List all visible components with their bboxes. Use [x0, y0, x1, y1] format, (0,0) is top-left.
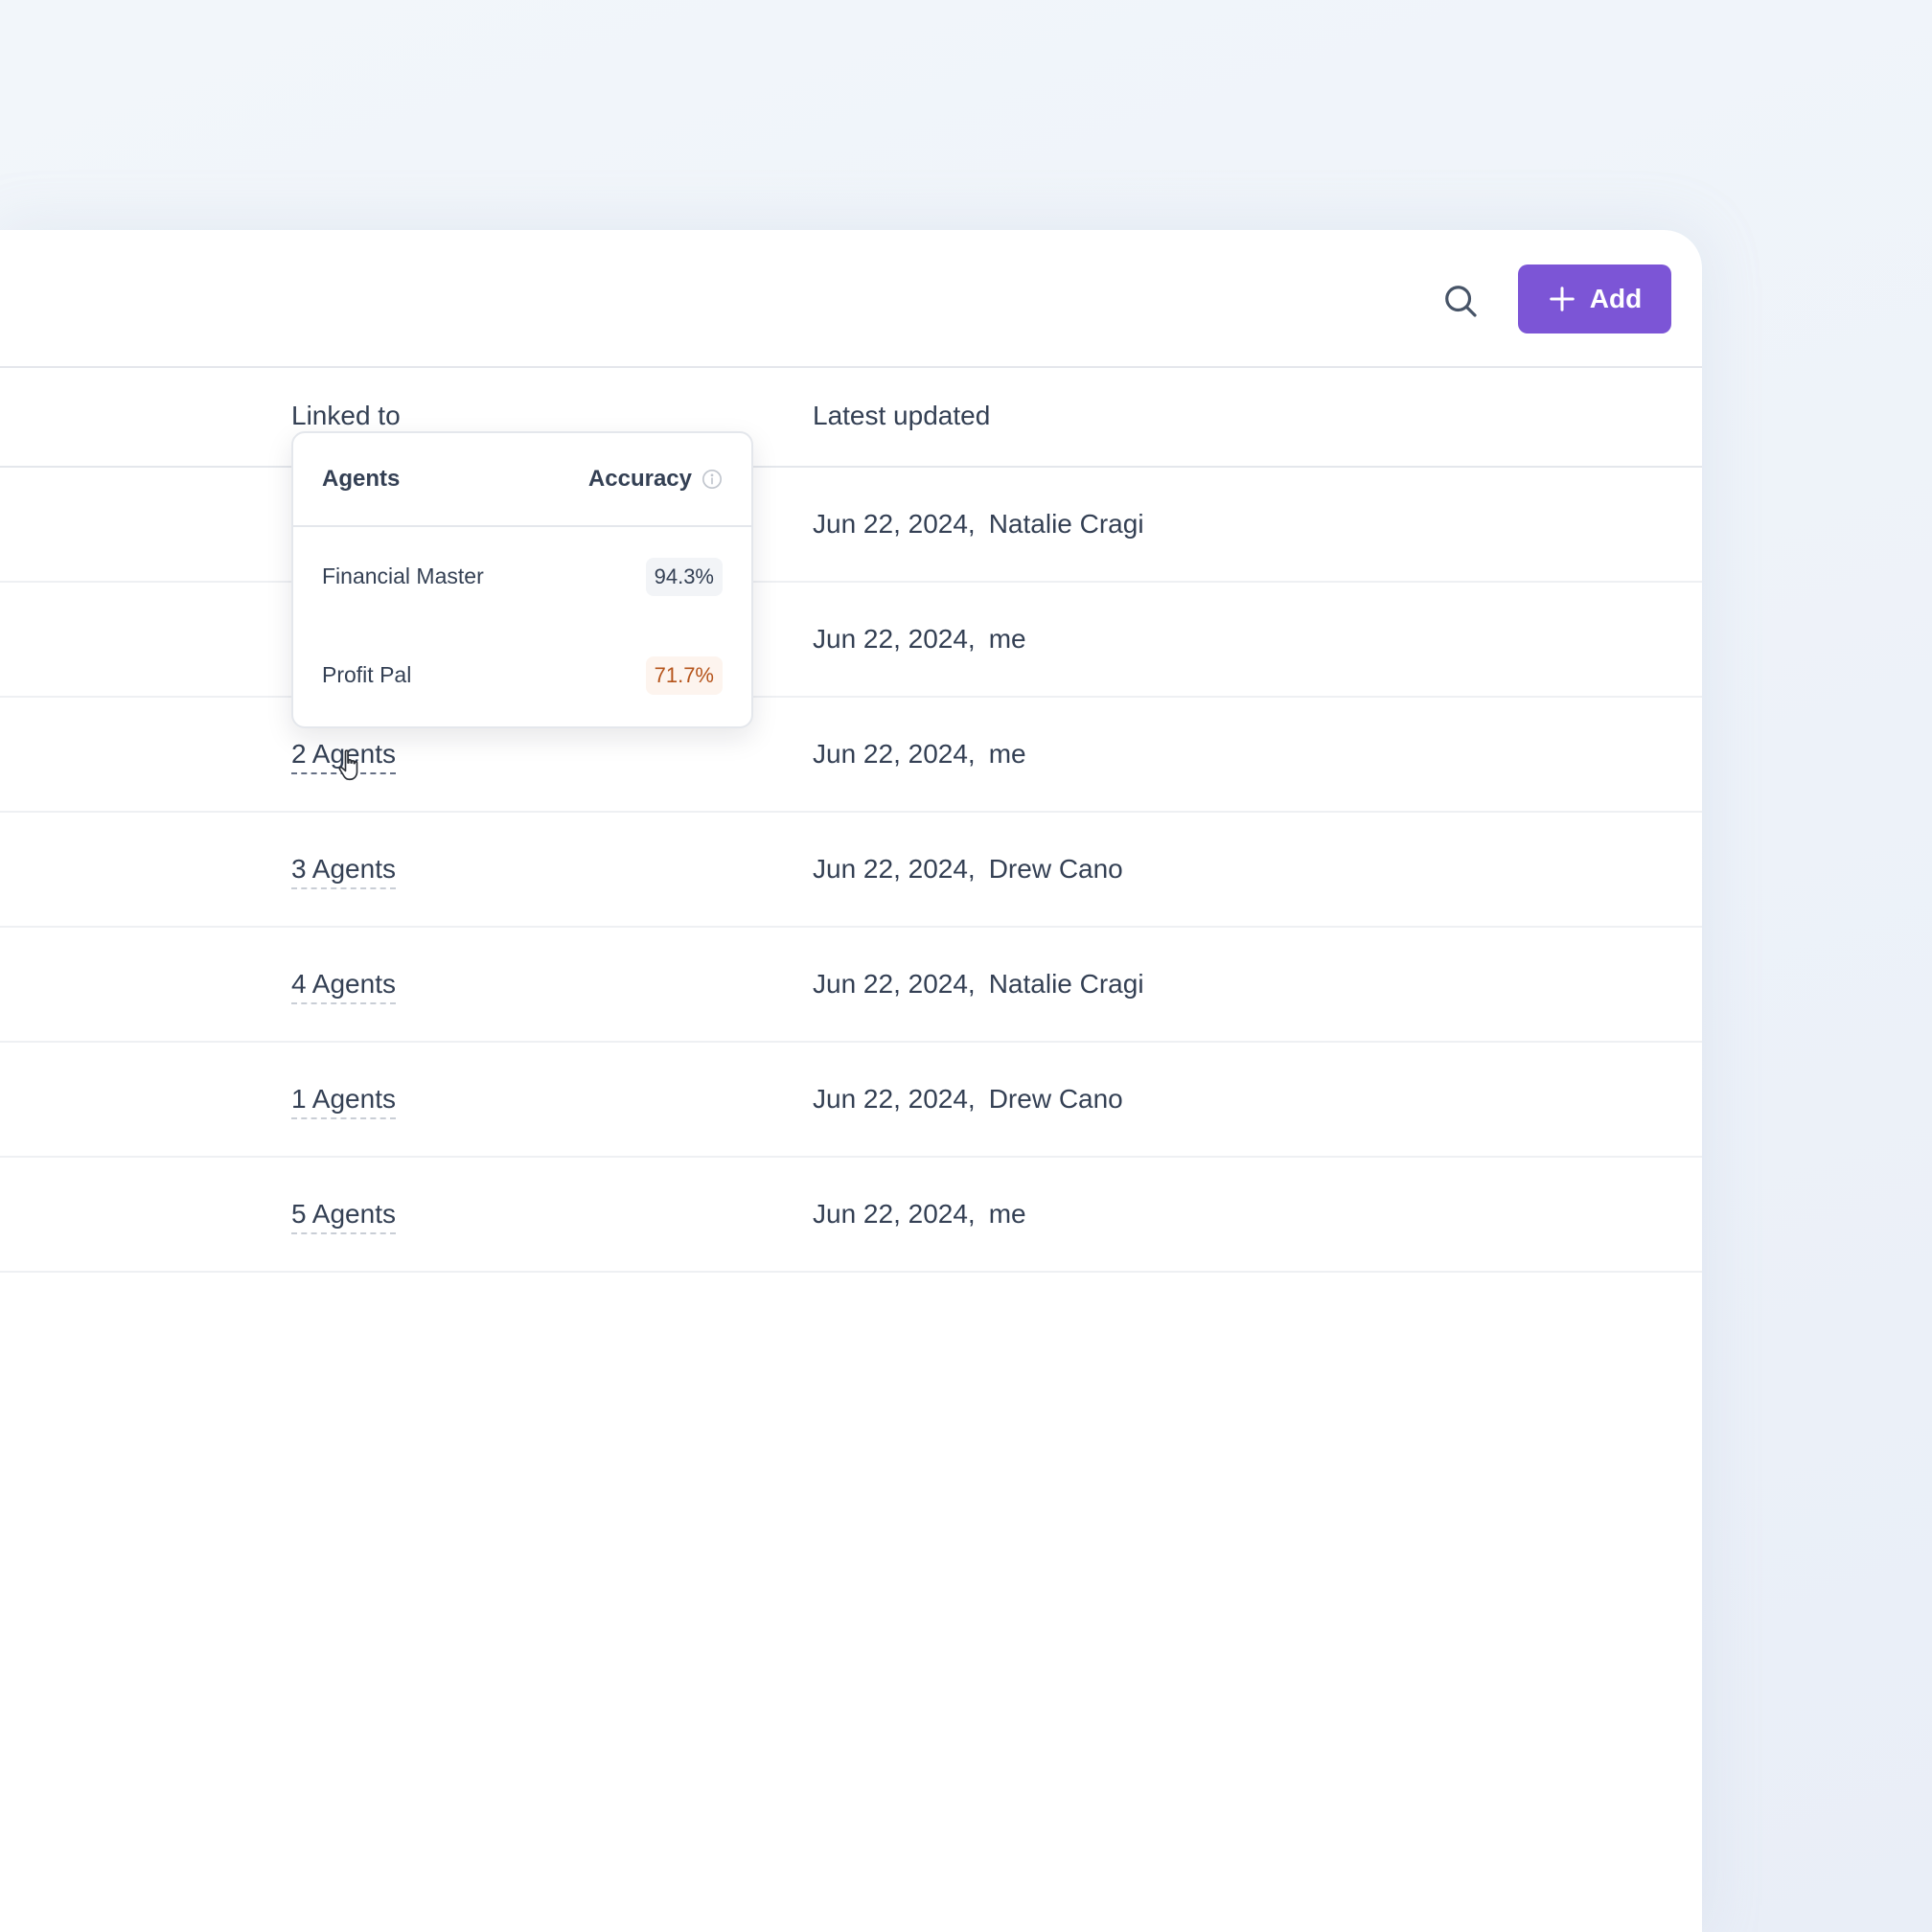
table-row[interactable]: 4 Agents Jun 22, 2024, Natalie Cragi [0, 928, 1702, 1043]
linked-agents-link[interactable]: 4 Agents [291, 928, 396, 1041]
popover-header: Agents Accuracy [293, 433, 751, 527]
latest-updated-cell: Jun 22, 2024, me [813, 624, 1026, 654]
agent-name: Financial Master [322, 564, 484, 588]
latest-updated-cell: Jun 22, 2024, me [813, 739, 1026, 769]
linked-agents-link[interactable]: 5 Agents [291, 1158, 396, 1271]
latest-updated-cell: Jun 22, 2024, Natalie Cragi [813, 969, 1144, 999]
add-button[interactable]: Add [1518, 264, 1671, 334]
toolbar: Add [0, 230, 1702, 368]
popover-column-agents: Agents [322, 466, 401, 492]
column-header-latest-updated[interactable]: Latest updated [813, 366, 990, 466]
accuracy-badge: 71.7% [645, 656, 723, 695]
linked-agents-link[interactable]: 3 Agents [291, 813, 396, 926]
latest-updated-cell: Jun 22, 2024, Natalie Cragi [813, 509, 1144, 539]
info-icon[interactable] [702, 469, 723, 490]
agent-name: Profit Pal [322, 662, 412, 687]
table-row[interactable]: Jun 22, 2024, me [0, 583, 1702, 698]
hand-pointer-icon [338, 749, 358, 781]
latest-updated-cell: Jun 22, 2024, Drew Cano [813, 1084, 1123, 1114]
popover-accuracy-label: Accuracy [587, 466, 692, 492]
plus-icon [1548, 285, 1576, 313]
agents-accuracy-popover: Agents Accuracy Financial Master 94.3% P… [291, 431, 753, 728]
popover-column-accuracy: Accuracy [588, 433, 723, 525]
linked-agents-link[interactable]: 1 Agents [291, 1043, 396, 1156]
latest-updated-cell: Jun 22, 2024, Drew Cano [813, 854, 1123, 884]
table-header: Linked to Latest updated [0, 366, 1702, 468]
search-button[interactable] [1436, 276, 1485, 326]
accuracy-badge: 94.3% [645, 558, 723, 596]
latest-updated-cell: Jun 22, 2024, me [813, 1199, 1026, 1229]
table-row[interactable]: Jun 22, 2024, Natalie Cragi [0, 468, 1702, 583]
table-row[interactable]: 2 Agents Jun 22, 2024, me [0, 698, 1702, 813]
table-row[interactable]: 1 Agents Jun 22, 2024, Drew Cano [0, 1043, 1702, 1158]
table-row[interactable]: 3 Agents Jun 22, 2024, Drew Cano [0, 813, 1702, 928]
popover-agent-row[interactable]: Financial Master 94.3% [293, 527, 751, 626]
main-panel: Add Linked to Latest updated Jun 22, 202… [0, 230, 1702, 1932]
add-button-label: Add [1589, 284, 1643, 313]
popover-agent-row[interactable]: Profit Pal 71.7% [293, 626, 751, 724]
search-icon [1445, 286, 1477, 317]
table-row[interactable]: 5 Agents Jun 22, 2024, me [0, 1158, 1702, 1273]
